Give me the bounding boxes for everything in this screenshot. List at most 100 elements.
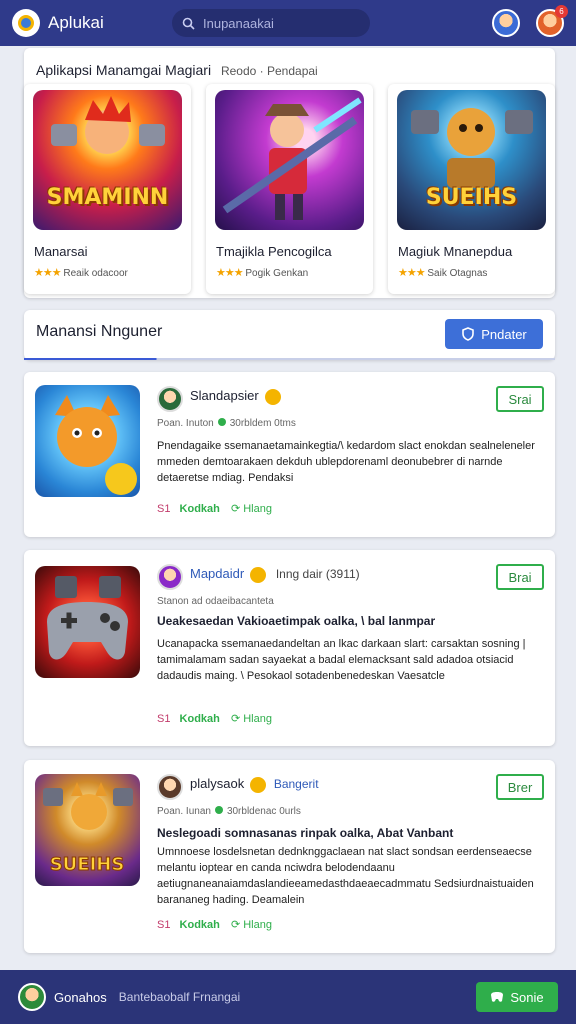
- filter-button[interactable]: Pndater: [445, 319, 543, 349]
- meta-left: Poan. Iunan: [157, 806, 211, 817]
- game-art-image: [215, 90, 364, 230]
- list-item[interactable]: SUEIHS plalysaok Bangerit Poan. Iunan 30r…: [24, 760, 555, 953]
- game-title: Tmajikla Pencogilca: [216, 244, 332, 259]
- bottom-bar: Gonahos Bantebaobalf Frnangai Sonie: [0, 970, 576, 1024]
- action-count: S1: [157, 503, 171, 515]
- notification-badge: 6: [555, 5, 568, 18]
- search-icon: [182, 17, 195, 30]
- featured-subtitle: Reodo · Pendapai: [220, 64, 318, 78]
- game-rating: ★★★ Reaik odacoor: [34, 266, 128, 279]
- username-text: plalysaok: [190, 776, 245, 791]
- get-button[interactable]: Brai: [496, 564, 544, 590]
- user-avatar[interactable]: [157, 774, 183, 800]
- meta-left: Stanon ad odaeibacanteta: [157, 596, 274, 607]
- post-actions: S1 Kodkah ⟳ Hlang: [157, 502, 272, 515]
- rating-text: Pogik Genkan: [245, 268, 309, 279]
- game-art-image: SUEIHS: [397, 90, 546, 230]
- username[interactable]: Slandapsier: [190, 388, 281, 405]
- send-button-label: Sonie: [510, 989, 544, 1005]
- controller-icon: [491, 992, 504, 1002]
- rating-stars: ★★★: [34, 267, 62, 279]
- post-headline: Neslegoadi somnasanas rinpak oalka, Abat…: [157, 826, 454, 840]
- search-box[interactable]: [172, 9, 370, 37]
- verified-badge-icon: [250, 566, 267, 583]
- send-button[interactable]: Sonie: [476, 982, 558, 1012]
- game-title: Manarsai: [34, 244, 88, 259]
- post-description: Ucanapacka ssemanaedandeltan an lkac dar…: [157, 638, 526, 682]
- meta-right: 30rbldem 0tms: [229, 418, 296, 429]
- app-title: Aplukai: [48, 13, 104, 32]
- share-action[interactable]: ⟳ Hlang: [231, 503, 272, 515]
- game-title: Magiuk Mnanepdua: [398, 244, 513, 259]
- search-input[interactable]: [203, 15, 353, 31]
- user-avatar[interactable]: [157, 386, 183, 412]
- filter-button-label: Pndater: [481, 326, 527, 342]
- rating-text: Saik Otagnas: [427, 268, 488, 279]
- featured-game-card[interactable]: SMAMINN Manarsai ★★★ Reaik odacoor: [24, 84, 191, 294]
- featured-panel: Aplikapsi Manamgai Magiari Reodo · Penda…: [24, 48, 555, 298]
- app-logo-icon[interactable]: [12, 9, 40, 37]
- section-title: Manansi Nnguner: [36, 323, 163, 340]
- game-art-image: SMAMINN: [33, 90, 182, 230]
- post-description: Pnendagaike ssemanaetamainkegtia/\ kedar…: [157, 440, 535, 484]
- post-meta: Poan. Inuton 30rbldem 0tms: [157, 418, 296, 429]
- get-button[interactable]: Brer: [496, 774, 544, 800]
- bottom-status: Bantebaobalf Frnangai: [118, 990, 241, 1004]
- game-rating: ★★★ Saik Otagnas: [398, 266, 487, 279]
- username-text: Mapdaidr: [190, 566, 245, 581]
- game-art-title: SMAMINN: [46, 185, 169, 210]
- featured-title: Aplikapsi Manamgai Magiari: [36, 62, 212, 78]
- username-extra: Inng dair (3911): [275, 567, 360, 581]
- username-text: Slandapsier: [190, 388, 259, 403]
- share-label: Hlang: [243, 713, 272, 725]
- username[interactable]: Mapdaidr Inng dair (3911): [190, 566, 360, 583]
- top-app-bar: Aplukai 6: [0, 0, 576, 46]
- like-action[interactable]: Kodkah: [180, 503, 220, 515]
- post-actions: S1 Kodkah ⟳ Hlang: [157, 712, 272, 725]
- action-count: S1: [157, 713, 171, 725]
- bottom-avatar[interactable]: [18, 983, 46, 1011]
- featured-header: Aplikapsi Manamgai Magiari Reodo · Penda…: [36, 62, 318, 78]
- rating-stars: ★★★: [398, 267, 426, 279]
- share-label: Hlang: [243, 503, 272, 515]
- online-dot-icon: [214, 806, 223, 814]
- section-header: Manansi Nnguner Pndater: [24, 310, 555, 360]
- app-thumbnail: SUEIHS: [35, 774, 140, 886]
- section-underline: [24, 358, 555, 360]
- meta-right: 30rbldenac 0urls: [226, 806, 301, 817]
- like-action[interactable]: Kodkah: [180, 713, 220, 725]
- post-description: Umnnoese losdelsnetan dednknggaclaean na…: [157, 846, 534, 906]
- featured-game-card[interactable]: Tmajikla Pencogilca ★★★ Pogik Genkan: [206, 84, 373, 294]
- rating-text: Reaik odacoor: [63, 268, 128, 279]
- list-item[interactable]: Mapdaidr Inng dair (3911) Stanon ad odae…: [24, 550, 555, 746]
- like-action[interactable]: Kodkah: [180, 919, 220, 931]
- featured-game-card[interactable]: SUEIHS Magiuk Mnanepdua ★★★ Saik Otagnas: [388, 84, 555, 294]
- get-button[interactable]: Srai: [496, 386, 544, 412]
- share-action[interactable]: ⟳ Hlang: [231, 713, 272, 725]
- post-meta: Stanon ad odaeibacanteta: [157, 596, 274, 607]
- action-count: S1: [157, 919, 171, 931]
- share-label: Hlang: [243, 919, 272, 931]
- online-dot-icon: [217, 418, 226, 426]
- rating-stars: ★★★: [216, 267, 244, 279]
- verified-badge-icon: [250, 776, 267, 793]
- game-rating: ★★★ Pogik Genkan: [216, 266, 308, 279]
- app-thumbnail: [35, 566, 140, 678]
- app-thumbnail: [35, 385, 140, 497]
- user-avatar[interactable]: [157, 564, 183, 590]
- shield-icon: [462, 327, 475, 341]
- verified-badge-icon: [264, 388, 281, 405]
- meta-left: Poan. Inuton: [157, 418, 214, 429]
- profile-avatar[interactable]: [492, 9, 520, 37]
- username-extra: Bangerit: [273, 777, 319, 791]
- post-actions: S1 Kodkah ⟳ Hlang: [157, 918, 272, 931]
- username[interactable]: plalysaok Bangerit: [190, 776, 319, 793]
- share-action[interactable]: ⟳ Hlang: [231, 919, 272, 931]
- notifications-avatar[interactable]: 6: [536, 5, 568, 37]
- post-meta: Poan. Iunan 30rbldenac 0urls: [157, 806, 301, 817]
- bottom-username: Gonahos: [54, 989, 107, 1005]
- game-art-title: SUEIHS: [425, 185, 518, 210]
- list-item[interactable]: Slandapsier Poan. Inuton 30rbldem 0tms Pn…: [24, 372, 555, 537]
- post-headline: Ueakesaedan Vakioaetimpak oalka, \ bal l…: [157, 614, 436, 628]
- svg-text:SUEIHS: SUEIHS: [50, 854, 125, 875]
